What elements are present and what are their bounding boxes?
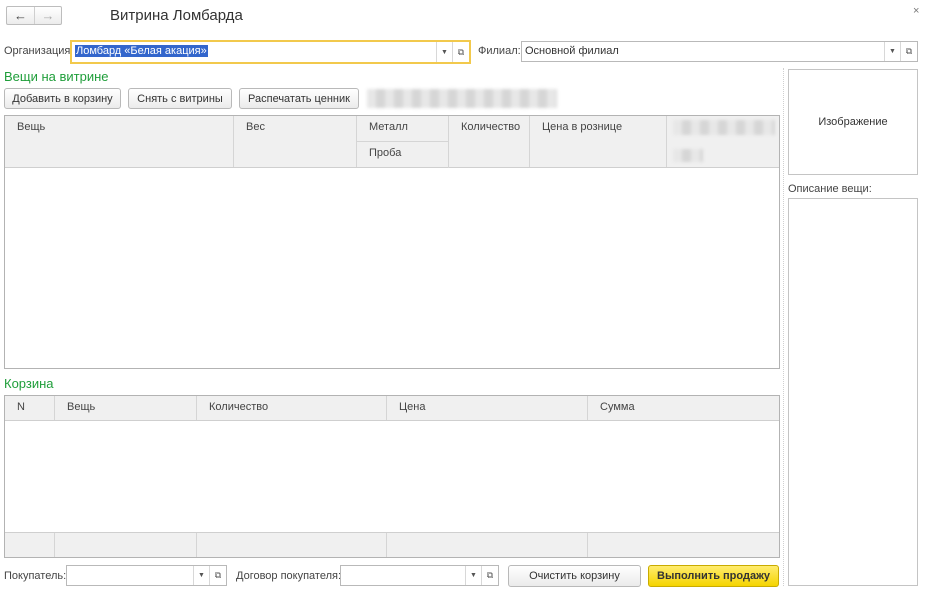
dropdown-arrow-icon[interactable]: ▼ <box>436 42 452 62</box>
description-label: Описание вещи: <box>788 183 872 195</box>
col-weight[interactable]: Вес <box>234 116 357 167</box>
buyer-field[interactable]: ▼ ⧉ <box>66 565 227 586</box>
remove-from-showcase-button[interactable]: Снять с витрины <box>128 88 232 109</box>
buyer-label: Покупатель: <box>4 570 67 582</box>
col-probe[interactable]: Проба <box>357 142 449 168</box>
redacted-column <box>673 149 703 162</box>
col-item[interactable]: Вещь <box>55 396 197 420</box>
branch-value: Основной филиал <box>525 45 619 57</box>
showcase-title: Вещи на витрине <box>4 69 109 84</box>
arrow-right-icon: → <box>41 8 55 23</box>
arrow-left-icon: ← <box>14 8 27 23</box>
org-field[interactable]: Ломбард «Белая акация» ▼ ⧉ <box>70 40 471 64</box>
back-button[interactable]: ← <box>7 7 34 24</box>
col-sum[interactable]: Сумма <box>588 396 779 420</box>
forward-button[interactable]: → <box>34 7 61 24</box>
org-value: Ломбард «Белая акация» <box>75 45 208 57</box>
complete-sale-button[interactable]: Выполнить продажу <box>648 565 779 587</box>
dropdown-arrow-icon[interactable]: ▼ <box>193 566 209 585</box>
image-label: Изображение <box>818 116 888 128</box>
close-icon[interactable]: × <box>913 5 919 17</box>
print-price-tag-button[interactable]: Распечатать ценник <box>239 88 359 109</box>
branch-field[interactable]: Основной филиал ▼ ⧉ <box>521 41 918 62</box>
contract-label: Договор покупателя: <box>236 570 342 582</box>
col-quantity[interactable]: Количество <box>449 116 530 167</box>
col-price[interactable]: Цена в рознице <box>530 116 667 167</box>
splitter[interactable] <box>783 68 784 586</box>
open-icon[interactable]: ⧉ <box>481 566 498 585</box>
col-item[interactable]: Вещь <box>5 116 234 167</box>
col-price[interactable]: Цена <box>387 396 588 420</box>
showcase-table[interactable]: Вещь Вес Металл Проба Количество Цена в … <box>4 115 780 369</box>
clear-cart-button[interactable]: Очистить корзину <box>508 565 641 587</box>
open-icon[interactable]: ⧉ <box>900 42 917 61</box>
showcase-table-header: Вещь Вес Металл Проба Количество Цена в … <box>5 116 779 168</box>
cart-table-header: N Вещь Количество Цена Сумма <box>5 396 779 421</box>
item-image: Изображение <box>788 69 918 175</box>
redacted-column <box>673 120 775 135</box>
description-field[interactable] <box>788 198 918 586</box>
dropdown-arrow-icon[interactable]: ▼ <box>884 42 900 61</box>
redacted-field <box>367 89 557 108</box>
cart-table-footer <box>5 532 779 557</box>
cart-title: Корзина <box>4 376 54 391</box>
dropdown-arrow-icon[interactable]: ▼ <box>465 566 481 585</box>
add-to-cart-button[interactable]: Добавить в корзину <box>4 88 121 109</box>
col-number[interactable]: N <box>5 396 55 420</box>
col-metal[interactable]: Металл <box>357 116 449 142</box>
window-title: Витрина Ломбарда <box>110 7 243 24</box>
col-quantity[interactable]: Количество <box>197 396 387 420</box>
cart-table[interactable]: N Вещь Количество Цена Сумма <box>4 395 780 558</box>
org-label: Организация: <box>4 45 74 57</box>
branch-label: Филиал: <box>478 45 521 57</box>
open-icon[interactable]: ⧉ <box>209 566 226 585</box>
open-icon[interactable]: ⧉ <box>452 42 469 62</box>
nav-buttons: ← → <box>6 6 62 25</box>
contract-field[interactable]: ▼ ⧉ <box>340 565 499 586</box>
